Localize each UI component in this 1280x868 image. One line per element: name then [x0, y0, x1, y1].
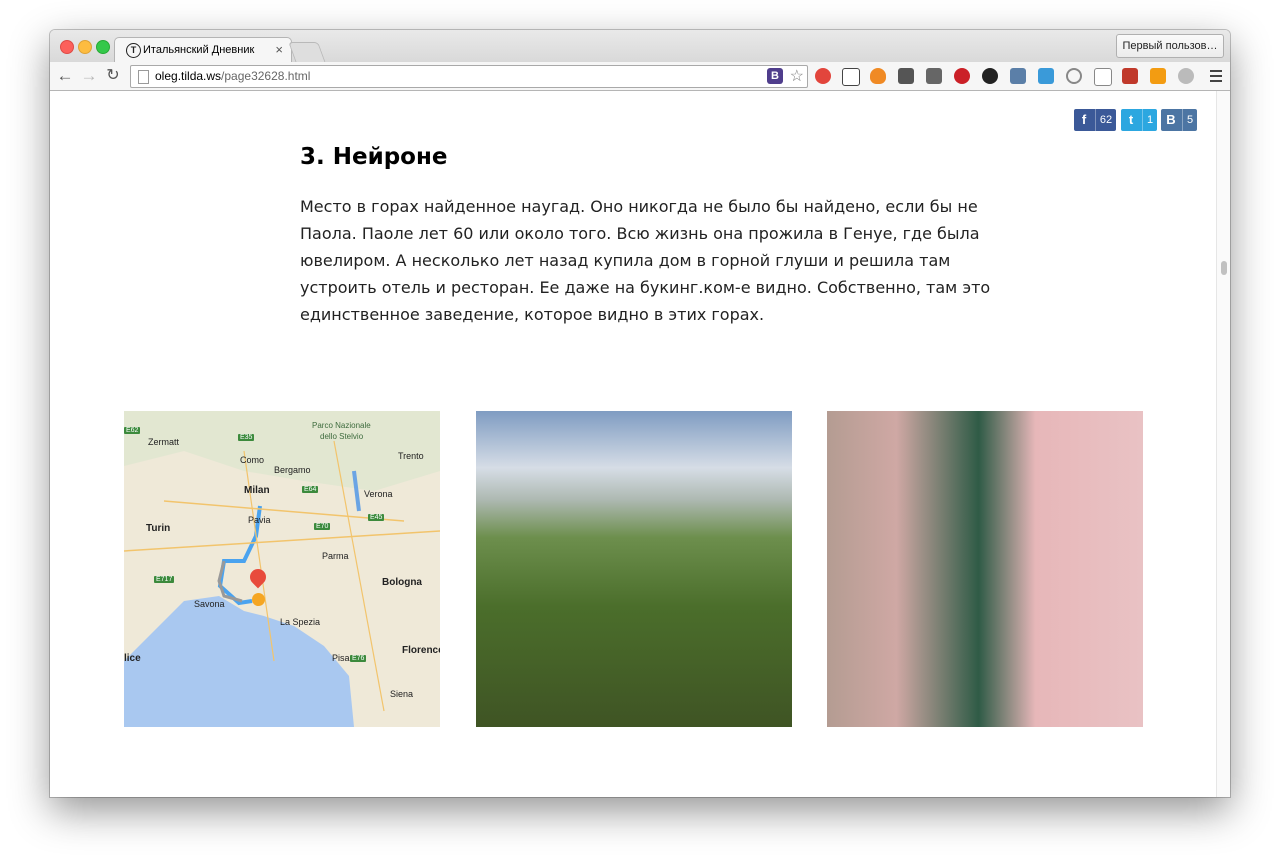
wine-glass-balcony-photo[interactable]: [827, 411, 1143, 727]
close-window-button[interactable]: [60, 40, 74, 54]
mountain-valley-photo[interactable]: [476, 411, 792, 727]
map-label-bologna: Bologna: [382, 577, 422, 588]
map-label-pavia: Pavia: [248, 515, 271, 525]
location-marker-icon: [252, 593, 265, 606]
paragraph-line: Место в горах найденное наугад. Оно нико…: [300, 197, 978, 216]
map-terrain: [124, 411, 440, 727]
yandex-icon[interactable]: [1038, 68, 1054, 84]
reader-icon[interactable]: [1094, 68, 1112, 86]
map-label-florence: Florence: [402, 645, 440, 656]
vk-extension-icon[interactable]: В: [767, 68, 783, 84]
eyedropper-icon[interactable]: [1010, 68, 1026, 84]
forward-button[interactable]: →: [80, 66, 98, 86]
map-label-trento: Trento: [398, 451, 424, 461]
adblock-icon[interactable]: [815, 68, 831, 84]
address-bar[interactable]: oleg.tilda.ws/page32628.html В ☆: [130, 65, 808, 88]
page-content: f 62 t 1 B 5 3. Нейроне Место в горах на…: [50, 91, 1217, 797]
map-label-savona: Savona: [194, 599, 225, 609]
section-heading: 3. Нейроне: [300, 144, 448, 170]
new-tab-button[interactable]: [288, 42, 326, 63]
section-paragraph: Место в горах найденное наугад. Оно нико…: [300, 193, 990, 328]
facebook-count: 62: [1095, 109, 1116, 131]
map-label-zermatt: Zermatt: [148, 437, 180, 447]
tab-italian-diary[interactable]: T Итальянский Дневник ×: [114, 37, 292, 63]
analytics-icon[interactable]: [1150, 68, 1166, 84]
route-map-image[interactable]: Zermatt Parco Nazionale dello Stelvio Co…: [124, 411, 440, 727]
paragraph-line: устроить отель и ресторан. Ее даже на бу…: [300, 278, 991, 297]
browser-window: T Итальянский Дневник × Первый пользов… …: [50, 30, 1230, 797]
tab-title: Итальянский Дневник: [143, 44, 255, 56]
map-label-nice: lice: [124, 653, 141, 664]
url-path: /page32628.html: [221, 69, 311, 83]
minimize-window-button[interactable]: [78, 40, 92, 54]
map-label-como: Como: [240, 455, 265, 465]
paragraph-line: единственное заведение, которое видно в …: [300, 305, 765, 324]
paragraph-line: ювелиром. А несколько лет назад купила д…: [300, 251, 951, 270]
paragraph-line: Паола. Паоле лет 60 или около того. Всю …: [300, 224, 980, 243]
chrome-menu-icon[interactable]: [1210, 70, 1222, 85]
map-label-verona: Verona: [364, 489, 393, 499]
map-label-bergamo: Bergamo: [274, 465, 311, 475]
share-vk-button[interactable]: B 5: [1161, 109, 1197, 131]
pinterest-icon[interactable]: [954, 68, 970, 84]
page-icon: [138, 70, 149, 84]
font-finder-icon[interactable]: [842, 68, 860, 86]
reload-button[interactable]: ↻: [104, 66, 122, 86]
facebook-icon: f: [1081, 112, 1087, 127]
fire-icon[interactable]: [870, 68, 886, 84]
title-bar: T Итальянский Дневник × Первый пользов…: [50, 30, 1230, 63]
map-label-stelvio: dello Stelvio: [320, 432, 364, 441]
back-button[interactable]: ←: [56, 66, 74, 86]
url-host: oleg.tilda.ws: [155, 69, 222, 83]
map-label-la-spezia: La Spezia: [280, 617, 321, 627]
share-facebook-button[interactable]: f 62: [1074, 109, 1116, 131]
twitter-icon: t: [1128, 112, 1134, 127]
profile-button[interactable]: Первый пользов…: [1116, 34, 1224, 58]
map-road-e76: E76: [350, 655, 367, 662]
map-label-turin: Turin: [146, 523, 171, 534]
browser-toolbar: ← → ↻ oleg.tilda.ws/page32628.html В ☆: [50, 62, 1230, 91]
page-scrollbar[interactable]: [1216, 91, 1230, 797]
map-road-e70: E70: [314, 523, 331, 530]
map-road-e717: E717: [154, 576, 175, 583]
share-twitter-button[interactable]: t 1: [1121, 109, 1157, 131]
pocket-icon[interactable]: [926, 68, 942, 84]
map-label-pisa: Pisa: [332, 653, 350, 663]
vk-count: 5: [1182, 109, 1197, 131]
map-road-e64: E64: [302, 486, 319, 493]
evernote-icon[interactable]: [898, 68, 914, 84]
url-text[interactable]: oleg.tilda.ws/page32628.html: [155, 69, 310, 83]
twitter-count: 1: [1142, 109, 1157, 131]
tilda-favicon-icon: T: [126, 43, 141, 58]
map-label-parma: Parma: [322, 551, 349, 561]
refresh-ext-icon[interactable]: [1066, 68, 1082, 84]
paw-icon[interactable]: [1178, 68, 1194, 84]
map-road-e62: E62: [124, 427, 141, 434]
tab-close-icon[interactable]: ×: [275, 42, 283, 57]
map-road-e45: E45: [368, 514, 385, 521]
scrollbar-thumb[interactable]: [1221, 261, 1227, 275]
timer-icon[interactable]: [1122, 68, 1138, 84]
vk-icon: B: [1166, 112, 1176, 127]
maximize-window-button[interactable]: [96, 40, 110, 54]
map-road-e35: E35: [238, 434, 255, 441]
bookmark-star-icon[interactable]: ☆: [790, 66, 804, 86]
map-label-parco: Parco Nazionale: [312, 421, 371, 430]
camera-icon[interactable]: [982, 68, 998, 84]
map-label-siena: Siena: [390, 689, 414, 699]
map-label-milan: Milan: [244, 485, 270, 496]
